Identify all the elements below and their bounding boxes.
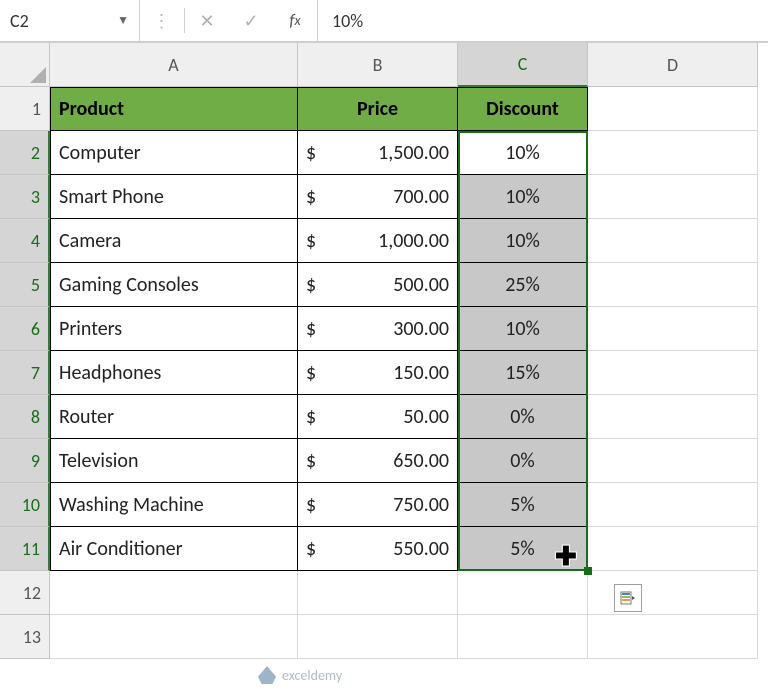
cell-a9[interactable]: Television — [50, 439, 298, 483]
cell-a10[interactable]: Washing Machine — [50, 483, 298, 527]
cell-b1[interactable]: Price — [298, 87, 458, 131]
cell-c8[interactable]: 0% — [458, 395, 588, 439]
cell-c6[interactable]: 10% — [458, 307, 588, 351]
cell-d4[interactable] — [588, 219, 758, 263]
cell-a5[interactable]: Gaming Consoles — [50, 263, 298, 307]
watermark: exceldemy — [258, 666, 342, 684]
cell-b8[interactable]: $50.00 — [298, 395, 458, 439]
row-header-12[interactable]: 12 — [0, 571, 50, 615]
spreadsheet-grid: A B C D 1 Product Price Discount 2 Compu… — [0, 42, 768, 659]
row-header-10[interactable]: 10 — [0, 483, 50, 527]
row-header-9[interactable]: 9 — [0, 439, 50, 483]
cell-b2[interactable]: $1,500.00 — [298, 131, 458, 175]
cell-c13[interactable] — [458, 615, 588, 659]
name-box-value: C2 — [10, 10, 29, 32]
name-box-dropdown-icon[interactable]: ▼ — [117, 13, 129, 28]
enter-button[interactable]: ✓ — [229, 0, 273, 41]
cell-d11[interactable] — [588, 527, 758, 571]
cell-b10[interactable]: $750.00 — [298, 483, 458, 527]
select-all-corner[interactable] — [0, 43, 50, 87]
cell-d13[interactable] — [588, 615, 758, 659]
cell-d1[interactable] — [588, 87, 758, 131]
watermark-text: exceldemy — [282, 667, 342, 684]
cell-a4[interactable]: Camera — [50, 219, 298, 263]
cell-a7[interactable]: Headphones — [50, 351, 298, 395]
cell-b5[interactable]: $500.00 — [298, 263, 458, 307]
fill-handle[interactable] — [584, 567, 592, 575]
cell-b7[interactable]: $150.00 — [298, 351, 458, 395]
cell-c2[interactable]: 10% — [458, 131, 588, 175]
cell-c10[interactable]: 5% — [458, 483, 588, 527]
row-header-13[interactable]: 13 — [0, 615, 50, 659]
cell-a3[interactable]: Smart Phone — [50, 175, 298, 219]
name-box[interactable]: C2 ▼ — [0, 0, 140, 41]
col-header-c[interactable]: C — [458, 43, 588, 87]
col-header-a[interactable]: A — [50, 43, 298, 87]
cell-a1[interactable]: Product — [50, 87, 298, 131]
cell-d8[interactable] — [588, 395, 758, 439]
formula-bar: C2 ▼ ⋮ ✕ ✓ fx 10% — [0, 0, 768, 42]
cell-c12[interactable] — [458, 571, 588, 615]
row-header-3[interactable]: 3 — [0, 175, 50, 219]
cell-c3[interactable]: 10% — [458, 175, 588, 219]
formula-value: 10% — [332, 10, 363, 32]
cell-d3[interactable] — [588, 175, 758, 219]
cell-b4[interactable]: $1,000.00 — [298, 219, 458, 263]
cell-b6[interactable]: $300.00 — [298, 307, 458, 351]
paste-options-icon — [619, 589, 637, 607]
insert-function-button[interactable]: fx — [273, 0, 317, 41]
cell-d7[interactable] — [588, 351, 758, 395]
row-header-5[interactable]: 5 — [0, 263, 50, 307]
cell-c7[interactable]: 15% — [458, 351, 588, 395]
paste-options-button[interactable] — [614, 584, 642, 612]
watermark-logo-icon — [258, 666, 276, 684]
row-header-4[interactable]: 4 — [0, 219, 50, 263]
cell-b11[interactable]: $550.00 — [298, 527, 458, 571]
cell-a11[interactable]: Air Conditioner — [50, 527, 298, 571]
cell-d2[interactable] — [588, 131, 758, 175]
cell-a6[interactable]: Printers — [50, 307, 298, 351]
cell-b13[interactable] — [298, 615, 458, 659]
cell-c5[interactable]: 25% — [458, 263, 588, 307]
cell-b9[interactable]: $650.00 — [298, 439, 458, 483]
cancel-button[interactable]: ✕ — [185, 0, 229, 41]
cursor-icon: ✚ — [555, 540, 577, 572]
row-header-7[interactable]: 7 — [0, 351, 50, 395]
cell-a8[interactable]: Router — [50, 395, 298, 439]
cell-b3[interactable]: $700.00 — [298, 175, 458, 219]
cell-b12[interactable] — [298, 571, 458, 615]
cell-a13[interactable] — [50, 615, 298, 659]
row-header-6[interactable]: 6 — [0, 307, 50, 351]
cell-c1[interactable]: Discount — [458, 87, 588, 131]
col-header-d[interactable]: D — [588, 43, 758, 87]
cell-d5[interactable] — [588, 263, 758, 307]
row-header-8[interactable]: 8 — [0, 395, 50, 439]
cell-c9[interactable]: 0% — [458, 439, 588, 483]
row-header-11[interactable]: 11 — [0, 527, 50, 571]
row-header-1[interactable]: 1 — [0, 87, 50, 131]
cell-d10[interactable] — [588, 483, 758, 527]
formula-input[interactable]: 10% — [317, 0, 768, 41]
cell-d6[interactable] — [588, 307, 758, 351]
cell-d9[interactable] — [588, 439, 758, 483]
cell-c4[interactable]: 10% — [458, 219, 588, 263]
row-header-2[interactable]: 2 — [0, 131, 50, 175]
cell-a2[interactable]: Computer — [50, 131, 298, 175]
formula-bar-options-icon[interactable]: ⋮ — [140, 0, 184, 41]
col-header-b[interactable]: B — [298, 43, 458, 87]
cell-a12[interactable] — [50, 571, 298, 615]
